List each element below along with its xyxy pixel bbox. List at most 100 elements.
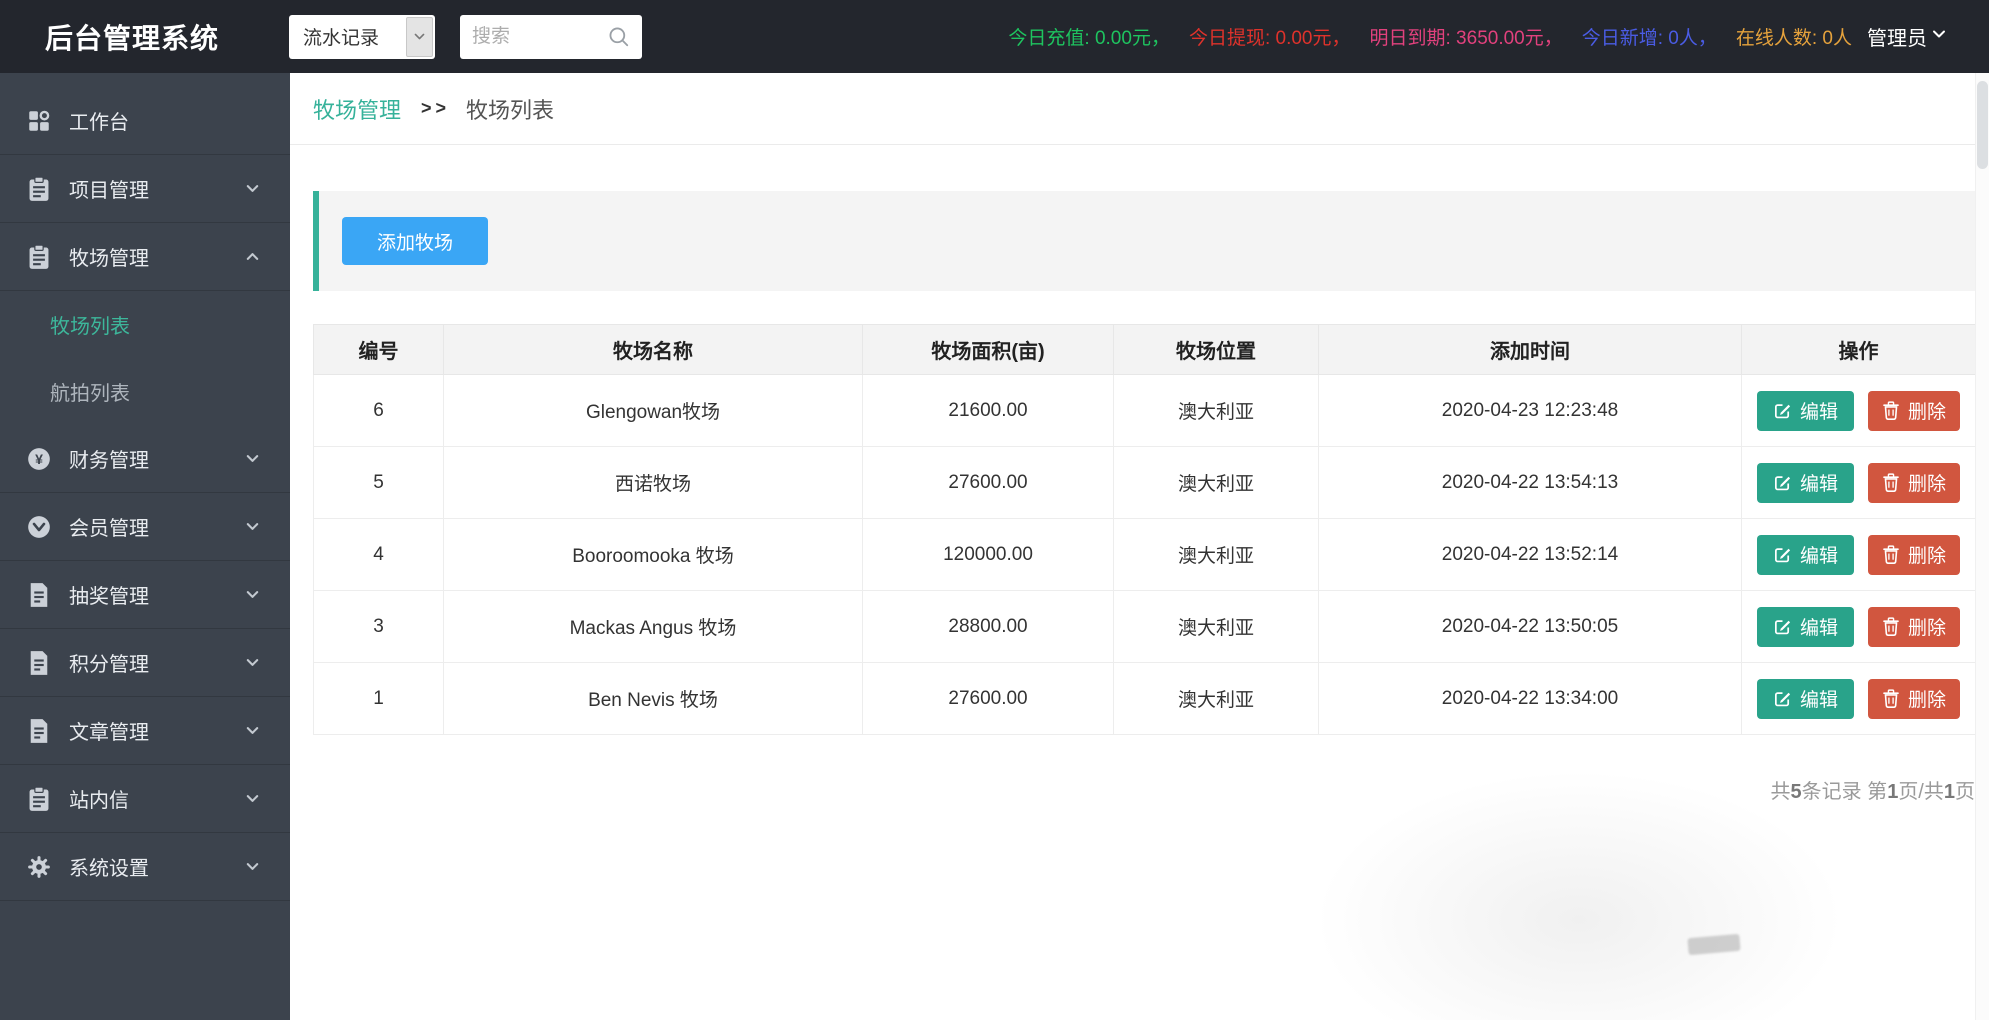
sidebar-item-label: 财务管理 bbox=[69, 444, 149, 473]
delete-button[interactable]: 删除 bbox=[1868, 463, 1960, 503]
cell-location: 澳大利亚 bbox=[1114, 591, 1319, 663]
cell-area: 28800.00 bbox=[863, 591, 1114, 663]
edit-button[interactable]: 编辑 bbox=[1757, 463, 1854, 503]
clipboard-icon bbox=[25, 244, 52, 270]
chevron-down-icon bbox=[245, 655, 260, 670]
sidebar-item-label: 系统设置 bbox=[69, 852, 149, 881]
toolbar-panel: 添加牧场 bbox=[313, 191, 1975, 291]
cell-id: 5 bbox=[314, 447, 444, 519]
dashboard-icon bbox=[25, 108, 52, 134]
cell-area: 120000.00 bbox=[863, 519, 1114, 591]
chevron-down-icon bbox=[245, 181, 260, 196]
cell-name: Mackas Angus 牧场 bbox=[444, 591, 863, 663]
delete-button[interactable]: 删除 bbox=[1868, 607, 1960, 647]
table-row: 5西诺牧场27600.00澳大利亚2020-04-22 13:54:13编辑删除 bbox=[314, 447, 1976, 519]
table-row: 6Glengowan牧场21600.00澳大利亚2020-04-23 12:23… bbox=[314, 375, 1976, 447]
search-input[interactable] bbox=[472, 26, 607, 48]
pagination-summary: 共5条记录 第1页/共1页 bbox=[290, 775, 1975, 804]
sidebar-item-finance[interactable]: ¥ 财务管理 bbox=[0, 425, 290, 493]
edit-button[interactable]: 编辑 bbox=[1757, 535, 1854, 575]
cell-time: 2020-04-22 13:52:14 bbox=[1319, 519, 1742, 591]
cell-name: Glengowan牧场 bbox=[444, 375, 863, 447]
table-row: 4Booroomooka 牧场120000.00澳大利亚2020-04-22 1… bbox=[314, 519, 1976, 591]
cell-ops: 编辑删除 bbox=[1742, 591, 1976, 663]
stat-today-withdraw: 今日提现: 0.00元， bbox=[1189, 23, 1351, 50]
column-header-ops: 操作 bbox=[1742, 325, 1976, 375]
table-row: 1Ben Nevis 牧场27600.00澳大利亚2020-04-22 13:3… bbox=[314, 663, 1976, 735]
breadcrumb-section[interactable]: 牧场管理 bbox=[313, 93, 401, 125]
scrollbar-track bbox=[1975, 73, 1989, 1020]
document-icon bbox=[25, 582, 52, 608]
cell-ops: 编辑删除 bbox=[1742, 663, 1976, 735]
search-icon[interactable] bbox=[607, 25, 630, 48]
cell-name: Booroomooka 牧场 bbox=[444, 519, 863, 591]
edit-button[interactable]: 编辑 bbox=[1757, 607, 1854, 647]
cell-time: 2020-04-22 13:50:05 bbox=[1319, 591, 1742, 663]
sidebar-item-member[interactable]: 会员管理 bbox=[0, 493, 290, 561]
app-title: 后台管理系统 bbox=[45, 17, 219, 57]
cell-ops: 编辑删除 bbox=[1742, 375, 1976, 447]
sidebar-subitem-aerial-list[interactable]: 航拍列表 bbox=[0, 358, 290, 425]
sidebar-item-label: 会员管理 bbox=[69, 512, 149, 541]
admin-menu[interactable]: 管理员 bbox=[1867, 22, 1947, 51]
sidebar-item-label: 积分管理 bbox=[69, 648, 149, 677]
cell-name: Ben Nevis 牧场 bbox=[444, 663, 863, 735]
chevron-up-icon bbox=[245, 249, 260, 264]
delete-button[interactable]: 删除 bbox=[1868, 679, 1960, 719]
sidebar-item-system-settings[interactable]: 系统设置 bbox=[0, 833, 290, 901]
cell-ops: 编辑删除 bbox=[1742, 447, 1976, 519]
record-type-select-value: 流水记录 bbox=[289, 23, 406, 50]
admin-label: 管理员 bbox=[1867, 22, 1927, 51]
sidebar-subitem-label: 航拍列表 bbox=[50, 377, 130, 406]
column-header-location: 牧场位置 bbox=[1114, 325, 1319, 375]
cell-area: 27600.00 bbox=[863, 447, 1114, 519]
stat-online-count: 在线人数: 0人 bbox=[1736, 23, 1852, 50]
chevron-down-icon bbox=[245, 519, 260, 534]
breadcrumb: 牧场管理 >> 牧场列表 bbox=[290, 73, 1989, 145]
sidebar-item-points[interactable]: 积分管理 bbox=[0, 629, 290, 697]
add-farm-button[interactable]: 添加牧场 bbox=[342, 217, 488, 265]
clipboard-icon bbox=[25, 786, 52, 812]
sidebar-item-lottery[interactable]: 抽奖管理 bbox=[0, 561, 290, 629]
delete-button[interactable]: 删除 bbox=[1868, 535, 1960, 575]
column-header-area: 牧场面积(亩) bbox=[863, 325, 1114, 375]
header-stats: 今日充值: 0.00元，今日提现: 0.00元，明日到期: 3650.00元，今… bbox=[989, 23, 1852, 50]
sidebar-item-workbench[interactable]: 工作台 bbox=[0, 87, 290, 155]
member-circle-icon bbox=[25, 514, 52, 540]
sidebar-item-article[interactable]: 文章管理 bbox=[0, 697, 290, 765]
sidebar-item-project[interactable]: 项目管理 bbox=[0, 155, 290, 223]
cell-location: 澳大利亚 bbox=[1114, 663, 1319, 735]
sidebar-item-farm[interactable]: 牧场管理 bbox=[0, 223, 290, 291]
sidebar-item-label: 文章管理 bbox=[69, 716, 149, 745]
sidebar-subitem-farm-list[interactable]: 牧场列表 bbox=[0, 291, 290, 358]
edit-button[interactable]: 编辑 bbox=[1757, 679, 1854, 719]
edit-button[interactable]: 编辑 bbox=[1757, 391, 1854, 431]
column-header-name: 牧场名称 bbox=[444, 325, 863, 375]
delete-button[interactable]: 删除 bbox=[1868, 391, 1960, 431]
chevron-down-icon bbox=[406, 17, 433, 57]
cell-id: 6 bbox=[314, 375, 444, 447]
cell-id: 3 bbox=[314, 591, 444, 663]
cell-id: 1 bbox=[314, 663, 444, 735]
stat-today-recharge: 今日充值: 0.00元， bbox=[1008, 23, 1170, 50]
svg-text:¥: ¥ bbox=[35, 450, 43, 466]
sidebar-item-label: 抽奖管理 bbox=[69, 580, 149, 609]
stat-tomorrow-due: 明日到期: 3650.00元， bbox=[1370, 23, 1563, 50]
scrollbar-thumb[interactable] bbox=[1977, 81, 1988, 169]
main-content: 牧场管理 >> 牧场列表 添加牧场 编号牧场名称牧场面积(亩)牧场位置添加时间操… bbox=[290, 73, 1989, 1020]
column-header-id: 编号 bbox=[314, 325, 444, 375]
sidebar-item-label: 牧场管理 bbox=[69, 242, 149, 271]
sidebar: 工作台项目管理牧场管理牧场列表航拍列表 ¥ 财务管理会员管理抽奖管理积分管理文章管理… bbox=[0, 73, 290, 1020]
chevron-down-icon bbox=[245, 859, 260, 874]
record-type-select[interactable]: 流水记录 bbox=[289, 15, 435, 59]
sidebar-item-label: 工作台 bbox=[69, 106, 129, 135]
sidebar-item-site-message[interactable]: 站内信 bbox=[0, 765, 290, 833]
cell-time: 2020-04-22 13:34:00 bbox=[1319, 663, 1742, 735]
cell-ops: 编辑删除 bbox=[1742, 519, 1976, 591]
search-box bbox=[460, 15, 642, 59]
chevron-down-icon bbox=[245, 723, 260, 738]
chevron-down-icon bbox=[245, 791, 260, 806]
column-header-time: 添加时间 bbox=[1319, 325, 1742, 375]
yen-circle-icon: ¥ bbox=[25, 446, 52, 472]
watermark-smudge bbox=[1687, 934, 1740, 955]
